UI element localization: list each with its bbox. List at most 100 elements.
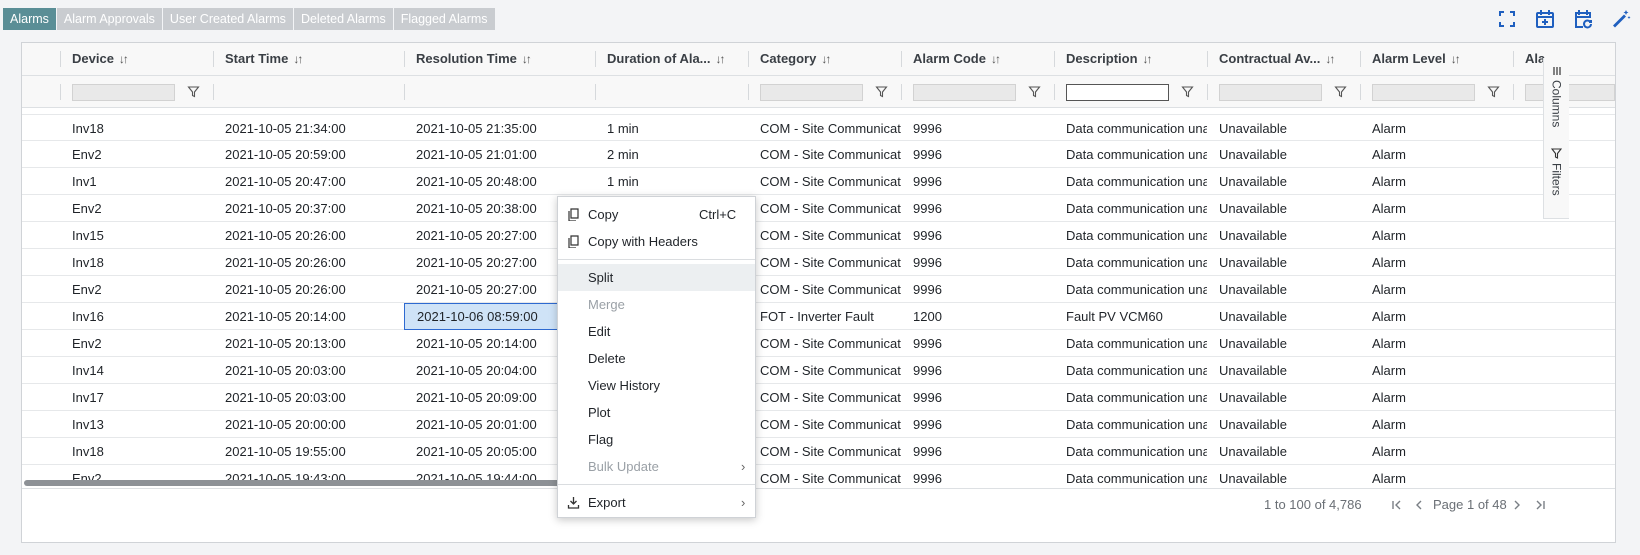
cell-alarm-level[interactable]: Alarm [1360,384,1513,411]
cell-alarm-code[interactable]: 9996 [901,411,1054,438]
filter-input[interactable] [1525,84,1615,101]
column-header-start-time[interactable]: Start Time ↓↑ [213,43,404,75]
filter-icon[interactable] [1181,85,1194,98]
sort-icon[interactable]: ↓↑ [119,52,129,66]
cell-contractual-av[interactable]: Unavailable [1207,303,1360,330]
cell-alarm-code[interactable]: 9996 [901,249,1054,276]
column-header-alarm-code[interactable]: Alarm Code ↓↑ [901,43,1054,75]
cell-contractual-av[interactable]: Unavailable [1207,438,1360,465]
cell-contractual-av[interactable]: Unavailable [1207,330,1360,357]
cell-category[interactable]: COM - Site Communicatio [748,141,901,168]
cell-device[interactable]: Inv15 [60,222,213,249]
cell-category[interactable]: COM - Site Communicatio [748,330,901,357]
menu-item-copy[interactable]: Copy Ctrl+C [558,201,755,228]
cell-alarm-level[interactable]: Alarm [1360,303,1513,330]
columns-panel-tab[interactable]: Columns [1544,66,1569,127]
column-header-device[interactable]: Device ↓↑ [60,43,213,75]
cell-description[interactable]: Data communication unav [1054,330,1207,357]
column-header-category[interactable]: Category ↓↑ [748,43,901,75]
column-header-duration-of-ala[interactable]: Duration of Ala... ↓↑ [595,43,748,75]
cell-description[interactable]: Data communication unav [1054,357,1207,384]
tab-flagged-alarms[interactable]: Flagged Alarms [393,8,495,30]
cell-category[interactable]: FOT - Inverter Fault [748,303,901,330]
cell-description[interactable]: Data communication unav [1054,168,1207,195]
filter-input[interactable] [72,84,175,101]
fullscreen-icon[interactable] [1496,8,1518,30]
cell-alarm-level[interactable]: Alarm [1360,330,1513,357]
cell-device[interactable]: Inv1 [60,168,213,195]
cell-contractual-av[interactable]: Unavailable [1207,249,1360,276]
cell-alarm-level[interactable]: Alarm [1360,276,1513,303]
sort-icon[interactable]: ↓↑ [1451,52,1461,66]
cell-alarm-level[interactable]: Alarm [1360,357,1513,384]
cell-alarm-code[interactable]: 9996 [901,141,1054,168]
cell-alarm-code[interactable]: 9996 [901,438,1054,465]
cell-device[interactable]: Inv18 [60,249,213,276]
table-row[interactable]: Inv15 2021-10-05 20:26:00 2021-10-05 20:27… [22,222,1615,249]
cell-start-time[interactable]: 2021-10-05 19:55:00 [213,438,404,465]
sort-icon[interactable]: ↓↑ [522,52,532,66]
cell-device[interactable]: Inv16 [60,303,213,330]
cell-alarm-level[interactable]: Alarm [1360,411,1513,438]
cell-description[interactable]: Data communication unav [1054,411,1207,438]
cell-description[interactable]: Fault PV VCM60 [1054,303,1207,330]
cell-alarm-code[interactable]: 1200 [901,303,1054,330]
cell-start-time[interactable]: 2021-10-05 20:26:00 [213,249,404,276]
cell-category[interactable]: COM - Site Communicatio [748,357,901,384]
cell-category[interactable]: COM - Site Communicatio [748,168,901,195]
cell-device[interactable]: Inv18 [60,115,213,142]
cell-device[interactable]: Inv14 [60,357,213,384]
next-page-icon[interactable] [1510,498,1524,512]
filter-icon[interactable] [1487,85,1500,98]
cell-resolution-time[interactable]: 2021-10-05 20:48:00 [404,168,595,195]
sort-icon[interactable]: ↓↑ [293,52,303,66]
cell-duration-of-ala[interactable]: 1 min [595,168,748,195]
menu-item-delete[interactable]: Delete [558,345,755,372]
cell-contractual-av[interactable]: Unavailable [1207,168,1360,195]
table-row[interactable]: Inv17 2021-10-05 20:03:00 2021-10-05 20:09… [22,384,1615,411]
cell-start-time[interactable]: 2021-10-05 20:13:00 [213,330,404,357]
cell-device[interactable]: Env2 [60,141,213,168]
column-header-contractual-av[interactable]: Contractual Av... ↓↑ [1207,43,1360,75]
cell-description[interactable]: Data communication unav [1054,141,1207,168]
filter-icon[interactable] [1334,85,1347,98]
cell-contractual-av[interactable]: Unavailable [1207,222,1360,249]
cell-device[interactable]: Env2 [60,276,213,303]
sort-icon[interactable]: ↓↑ [1143,52,1153,66]
calendar-refresh-icon[interactable] [1572,8,1594,30]
cell-alarm-level[interactable]: Alarm [1360,195,1513,222]
cell-start-time[interactable]: 2021-10-05 20:26:00 [213,276,404,303]
table-row[interactable]: Inv13 2021-10-05 20:00:00 2021-10-05 20:01… [22,411,1615,438]
cell-alarm-level[interactable]: Alarm [1360,222,1513,249]
table-row[interactable]: Env2 2021-10-05 20:37:00 2021-10-05 20:38:… [22,195,1615,222]
cell-description[interactable]: Data communication unav [1054,115,1207,142]
cell-start-time[interactable]: 2021-10-05 20:14:00 [213,303,404,330]
last-page-icon[interactable] [1533,498,1547,512]
cell-alarm-level[interactable]: Alarm [1360,141,1513,168]
cell-description[interactable]: Data communication unav [1054,384,1207,411]
column-header-resolution-time[interactable]: Resolution Time ↓↑ [404,43,595,75]
menu-item-edit[interactable]: Edit [558,318,755,345]
cell-category[interactable]: COM - Site Communicatio [748,411,901,438]
cell-alarm-level[interactable]: Alarm [1360,115,1513,142]
cell-category[interactable]: COM - Site Communicatio [748,222,901,249]
cell-alarm-code[interactable]: 9996 [901,276,1054,303]
filters-panel-tab[interactable]: Filters [1544,148,1569,196]
sort-icon[interactable]: ↓↑ [1325,52,1335,66]
table-row[interactable]: Inv18 2021-10-05 20:26:00 2021-10-05 20:27… [22,249,1615,276]
cell-category[interactable]: COM - Site Communicatio [748,438,901,465]
cell-contractual-av[interactable]: Unavailable [1207,411,1360,438]
menu-item-plot[interactable]: Plot [558,399,755,426]
cell-start-time[interactable]: 2021-10-05 20:37:00 [213,195,404,222]
table-row[interactable]: Inv18 2021-10-05 21:34:00 2021-10-05 21:35… [22,114,1615,141]
menu-item-view-history[interactable]: View History [558,372,755,399]
prev-page-icon[interactable] [1412,498,1426,512]
magic-wand-icon[interactable] [1610,8,1632,30]
cell-alarm-code[interactable]: 9996 [901,115,1054,142]
sort-icon[interactable]: ↓↑ [716,52,726,66]
cell-alarm-code[interactable]: 9996 [901,357,1054,384]
table-row[interactable]: Env2 2021-10-05 20:26:00 2021-10-05 20:27:… [22,276,1615,303]
filter-icon[interactable] [875,85,888,98]
cell-description[interactable]: Data communication unav [1054,438,1207,465]
table-row[interactable]: Inv1 2021-10-05 20:47:00 2021-10-05 20:48:… [22,168,1615,195]
